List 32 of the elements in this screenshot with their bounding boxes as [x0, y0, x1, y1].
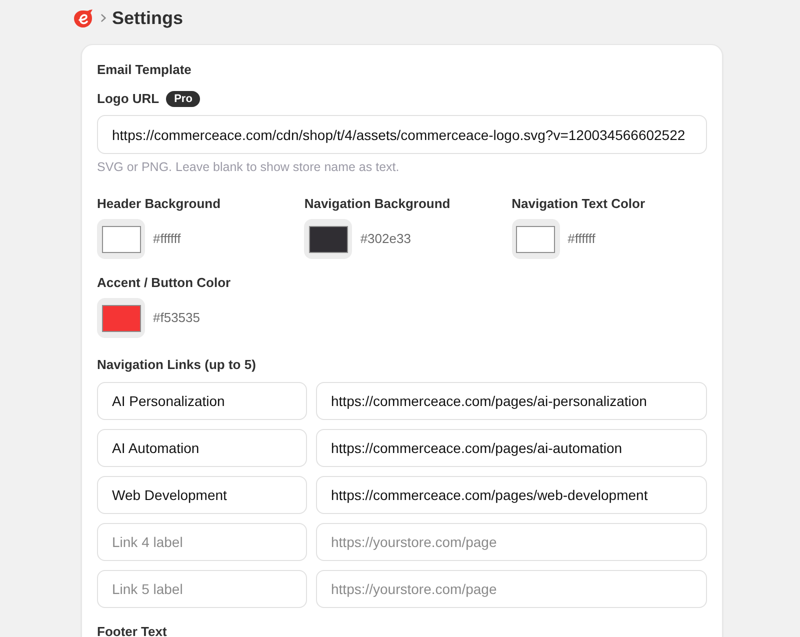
link-label-field[interactable]: AI Personalization — [97, 382, 307, 420]
color-hex-value: #302e33 — [360, 230, 411, 248]
link-label-field[interactable]: AI Automation — [97, 429, 307, 467]
link-url-field[interactable]: https://commerceace.com/pages/ai-automation — [316, 429, 707, 467]
link-label-field[interactable]: Web Development — [97, 476, 307, 514]
color-picker-button[interactable] — [97, 298, 145, 338]
field-label: Logo URL — [97, 90, 160, 108]
color-picker-button[interactable] — [304, 219, 352, 259]
field-label: Navigation Text Color — [512, 195, 646, 213]
color-hex-value: #ffffff — [568, 230, 596, 248]
link-url-field[interactable]: https://yourstore.com/page — [316, 570, 707, 608]
field-label: Accent / Button Color — [97, 274, 232, 292]
field-label: Header Background — [97, 195, 222, 213]
field-label: Navigation Background — [304, 195, 452, 213]
color-picker-button[interactable] — [97, 219, 145, 259]
field-label: Navigation Links (up to 5) — [97, 356, 257, 374]
field-label: Footer Text — [97, 623, 168, 637]
help-text: SVG or PNG. Leave blank to show store name as text. — [97, 159, 400, 176]
color-hex-value: #ffffff — [153, 230, 181, 248]
logo-icon — [73, 8, 93, 28]
chevron-right-icon — [101, 14, 106, 22]
link-label-field[interactable]: Link 4 label — [97, 523, 307, 561]
page-title: Settings — [112, 7, 184, 30]
link-url-field[interactable]: https://commerceace.com/pages/web-development — [316, 476, 707, 514]
link-label-field[interactable]: Link 5 label — [97, 570, 307, 608]
link-url-field[interactable]: https://commerceace.com/pages/ai-personalization — [316, 382, 707, 420]
plan-badge: Pro — [166, 91, 200, 107]
logo-url-field[interactable]: https://commerceace.com/cdn/shop/t/4/assets/commerceace-logo.svg?v=120034566602522 — [97, 115, 707, 154]
color-hex-value: #f53535 — [153, 309, 200, 327]
color-picker-button[interactable] — [512, 219, 560, 259]
section-title: Email Template — [97, 61, 192, 79]
link-url-field[interactable]: https://yourstore.com/page — [316, 523, 707, 561]
